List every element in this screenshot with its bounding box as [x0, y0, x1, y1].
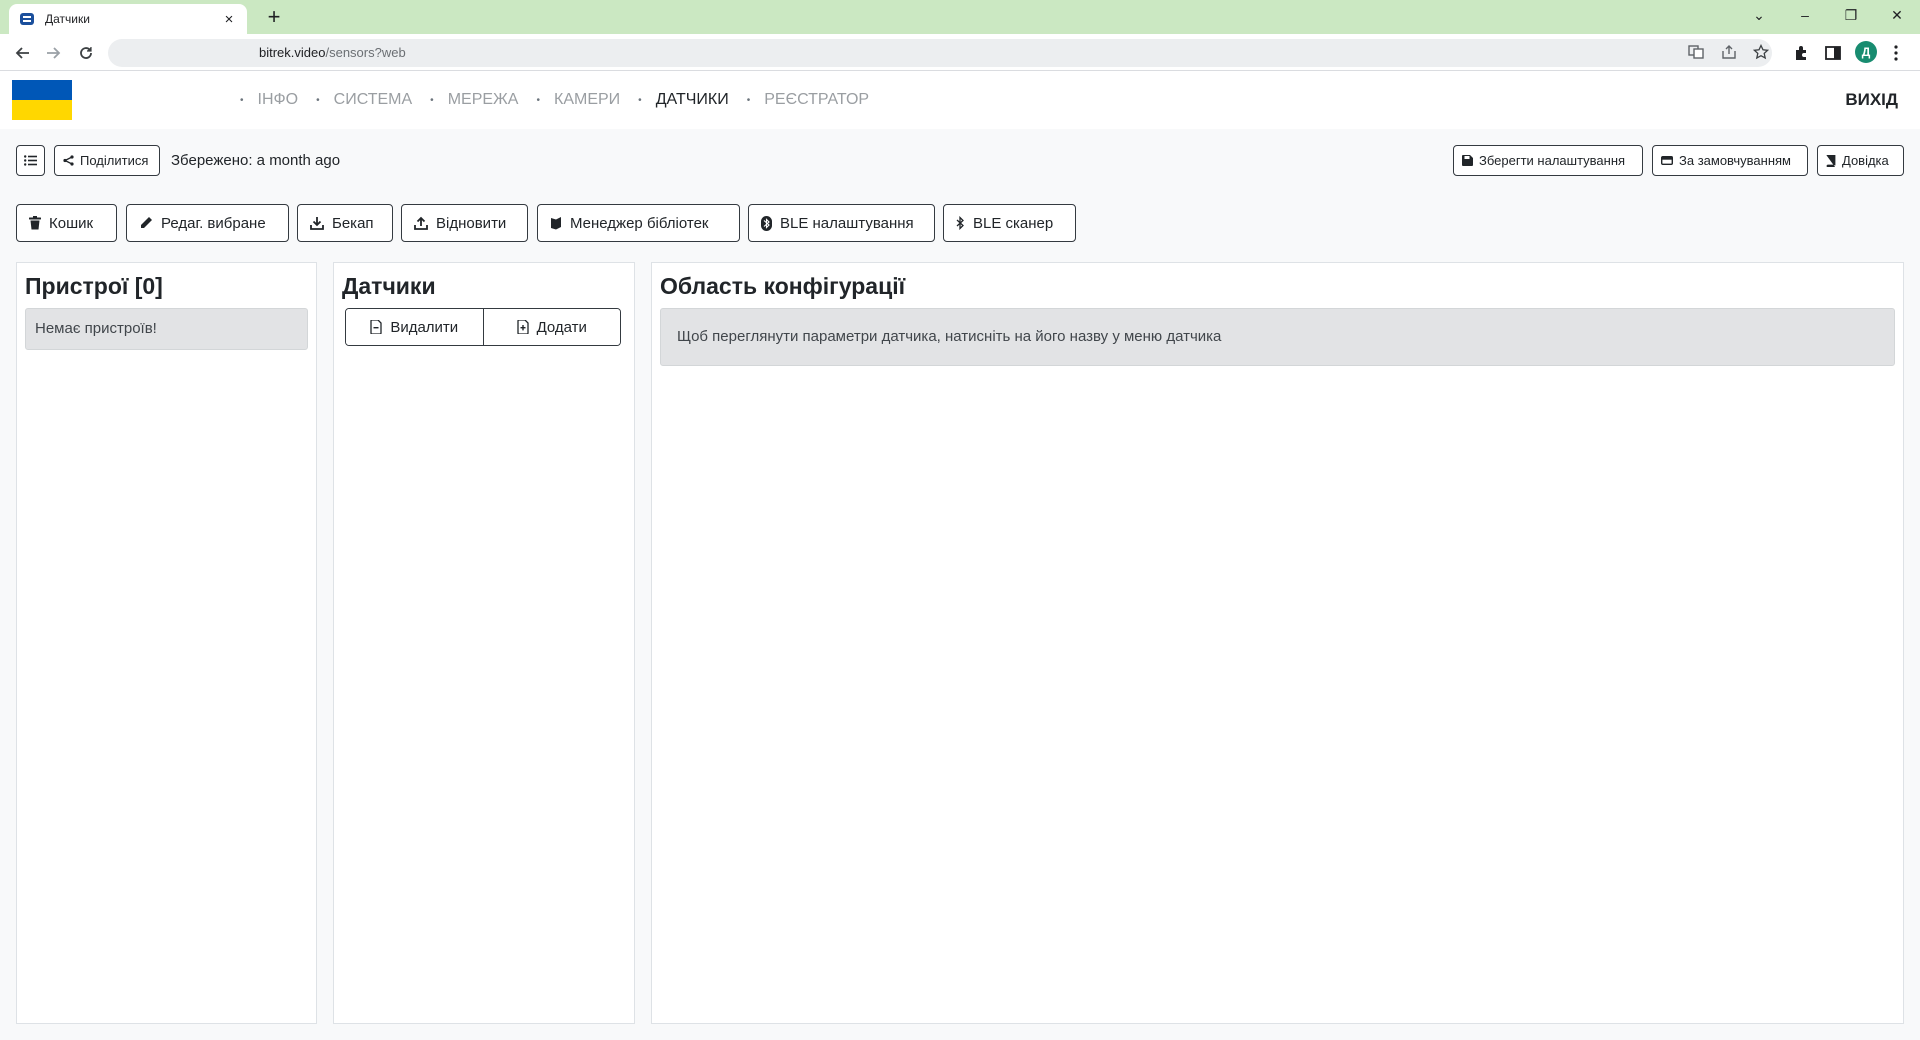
reset-icon: [1661, 156, 1673, 165]
sensor-actions-bar: Кошик Редаг. вибране Бекап Відновити Мен…: [0, 190, 1920, 258]
main-navigation: • ІНФО • СИСТЕМА • МЕРЕЖА • КАМЕРИ • ДАТЧИКИ …: [240, 71, 887, 129]
restore-button[interactable]: Відновити: [401, 204, 528, 242]
pencil-icon: [139, 216, 153, 230]
nav-item-info[interactable]: • ІНФО: [240, 91, 298, 109]
download-icon: [310, 216, 324, 230]
trash-label: Кошик: [49, 214, 94, 232]
nav-label: СИСТЕМА: [333, 91, 413, 108]
ble-settings-label: BLE налаштування: [780, 214, 914, 232]
config-hint-alert: Щоб переглянути параметри датчика, натис…: [660, 308, 1895, 366]
restore-button[interactable]: ❐: [1828, 0, 1874, 30]
settings-toolbar: Поділитися Збережено: a month ago Зберег…: [0, 133, 1920, 189]
trash-button[interactable]: Кошик: [16, 204, 117, 242]
help-button[interactable]: Довідка: [1817, 145, 1904, 176]
extensions-puzzle-icon[interactable]: [1791, 43, 1811, 63]
devices-empty-alert: Немає пристроїв!: [25, 308, 308, 350]
bookmark-star-icon[interactable]: [1752, 43, 1770, 61]
nav-label: РЕЄСТРАТОР: [764, 91, 870, 108]
add-sensor-button[interactable]: Додати: [482, 309, 620, 345]
new-tab-button[interactable]: +: [260, 4, 288, 30]
share-page-icon[interactable]: [1720, 43, 1738, 61]
nav-item-cameras[interactable]: • КАМЕРИ: [536, 91, 620, 109]
translate-icon[interactable]: [1687, 43, 1705, 61]
tab-title: Датчики: [45, 12, 90, 26]
add-label: Додати: [536, 318, 587, 336]
close-window-button[interactable]: ✕: [1874, 0, 1920, 30]
delete-label: Видалити: [390, 318, 459, 336]
tab-close-icon[interactable]: ×: [221, 11, 237, 28]
library-manager-label: Менеджер бібліотек: [570, 214, 709, 232]
nav-bullet: •: [316, 94, 320, 106]
app-header: • ІНФО • СИСТЕМА • МЕРЕЖА • КАМЕРИ • ДАТЧИКИ …: [0, 71, 1920, 129]
profile-avatar[interactable]: Д: [1855, 41, 1877, 63]
ukraine-flag-logo[interactable]: [12, 80, 72, 120]
list-icon: [24, 155, 37, 166]
file-plus-icon: [516, 320, 529, 334]
sensors-panel: Датчики Видалити Додати: [333, 262, 635, 1024]
config-title: Область конфігурації: [660, 273, 906, 299]
bluetooth-icon: [761, 215, 772, 231]
defaults-button[interactable]: За замовчуванням: [1652, 145, 1808, 176]
devices-title: Пристрої [0]: [25, 273, 163, 299]
backup-button[interactable]: Бекап: [297, 204, 393, 242]
address-bar[interactable]: bitrek.video/sensors?web: [108, 39, 1772, 67]
share-icon: [63, 155, 74, 166]
upload-icon: [414, 216, 428, 230]
library-manager-button[interactable]: Менеджер бібліотек: [537, 204, 740, 242]
nav-label: ДАТЧИКИ: [655, 91, 729, 108]
forward-arrow-icon[interactable]: [40, 39, 68, 67]
nav-item-network[interactable]: • МЕРЕЖА: [430, 91, 518, 109]
sensors-title: Датчики: [342, 273, 436, 299]
configuration-panel: Область конфігурації Щоб переглянути пар…: [651, 262, 1904, 1024]
nav-bullet: •: [430, 94, 434, 106]
minimize-button[interactable]: –: [1782, 0, 1828, 30]
nav-item-recorder[interactable]: • РЕЄСТРАТОР: [747, 91, 869, 109]
restore-label: Відновити: [436, 214, 507, 232]
nav-bullet: •: [638, 94, 642, 106]
help-label: Довідка: [1842, 153, 1889, 168]
nav-label: ІНФО: [257, 91, 299, 108]
nav-label: КАМЕРИ: [554, 91, 621, 108]
share-button[interactable]: Поділитися: [54, 145, 160, 176]
backup-label: Бекап: [332, 214, 374, 232]
nav-item-sensors[interactable]: • ДАТЧИКИ: [638, 91, 729, 109]
delete-sensor-button[interactable]: Видалити: [346, 309, 483, 345]
site-favicon-icon: [19, 11, 35, 27]
nav-label: МЕРЕЖА: [447, 91, 519, 108]
bluetooth-icon: [956, 216, 965, 230]
list-menu-button[interactable]: [16, 145, 45, 176]
devices-panel: Пристрої [0] Немає пристроїв!: [16, 262, 317, 1024]
browser-tab[interactable]: Датчики ×: [9, 4, 247, 34]
saved-status: Збережено: a month ago: [171, 152, 341, 169]
ble-scanner-button[interactable]: BLE сканер: [943, 204, 1076, 242]
browser-toolbar: bitrek.video/sensors?web: [0, 34, 1920, 71]
reload-icon[interactable]: [72, 39, 100, 67]
ble-settings-button[interactable]: BLE налаштування: [748, 204, 935, 242]
side-panel-icon[interactable]: [1823, 43, 1843, 63]
url-path: /sensors?web: [325, 45, 406, 60]
back-arrow-icon[interactable]: [8, 39, 36, 67]
trash-icon: [29, 216, 41, 230]
save-settings-button[interactable]: Зберегти налаштування: [1453, 145, 1643, 176]
url-host: bitrek.video: [259, 45, 326, 60]
edit-selected-label: Редаг. вибране: [161, 214, 266, 232]
nav-bullet: •: [746, 94, 751, 106]
book-icon: [1826, 154, 1836, 167]
save-settings-label: Зберегти налаштування: [1479, 153, 1626, 168]
defaults-label: За замовчуванням: [1679, 153, 1791, 168]
share-label: Поділитися: [80, 153, 149, 168]
nav-bullet: •: [240, 94, 244, 106]
nav-bullet: •: [536, 94, 540, 106]
floppy-disk-icon: [1462, 155, 1473, 166]
edit-selected-button[interactable]: Редаг. вибране: [126, 204, 289, 242]
tab-search-icon[interactable]: ⌄: [1736, 0, 1782, 30]
ble-scanner-label: BLE сканер: [973, 214, 1054, 232]
nav-item-system[interactable]: • СИСТЕМА: [316, 91, 412, 109]
browser-tab-strip: Датчики × + ⌄ – ❐ ✕: [0, 0, 1920, 34]
sensors-button-group: Видалити Додати: [345, 308, 621, 346]
browser-menu-icon[interactable]: [1886, 43, 1906, 63]
logout-link[interactable]: ВИХІД: [1845, 90, 1898, 110]
book-icon: [550, 216, 562, 230]
file-minus-icon: [370, 320, 382, 334]
